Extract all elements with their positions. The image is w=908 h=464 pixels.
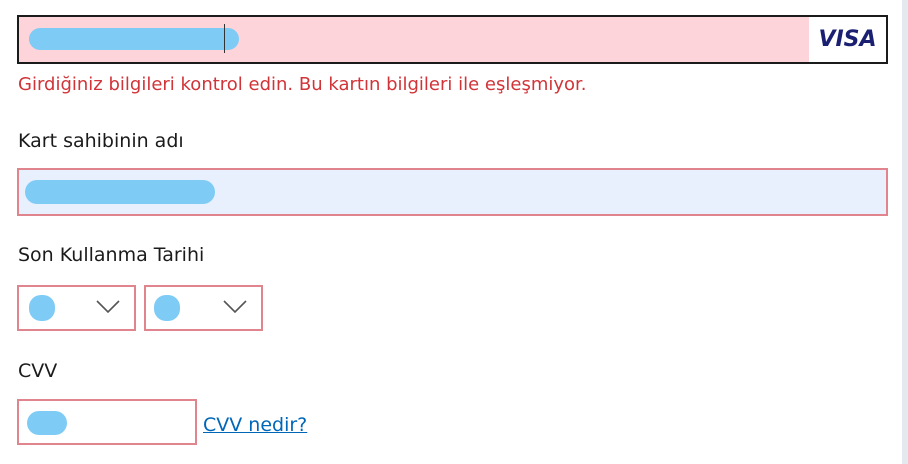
card-number-redacted-value <box>29 28 239 50</box>
cvv-redacted-value <box>27 411 67 435</box>
cardholder-name-input[interactable] <box>17 168 888 216</box>
cvv-input[interactable] <box>17 399 197 445</box>
card-number-input[interactable]: VISA <box>17 15 888 64</box>
expiry-label: Son Kullanma Tarihi <box>18 244 205 266</box>
expiry-year-select[interactable] <box>144 285 263 331</box>
chevron-down-icon <box>96 300 120 314</box>
visa-logo: VISA <box>809 17 886 62</box>
cardholder-name-redacted-value <box>25 180 215 204</box>
payment-form: VISA Girdiğiniz bilgileri kontrol edin. … <box>0 0 908 464</box>
expiry-month-redacted-value <box>29 295 55 321</box>
card-error-message: Girdiğiniz bilgileri kontrol edin. Bu ka… <box>18 74 587 95</box>
expiry-year-redacted-value <box>154 295 180 321</box>
cvv-label: CVV <box>18 360 58 382</box>
cardholder-name-label: Kart sahibinin adı <box>18 130 184 152</box>
chevron-down-icon <box>223 300 247 314</box>
expiry-month-select[interactable] <box>17 285 136 331</box>
cvv-help-link[interactable]: CVV nedir? <box>203 414 307 436</box>
scrollbar-track[interactable] <box>902 0 908 464</box>
text-cursor <box>224 24 225 53</box>
